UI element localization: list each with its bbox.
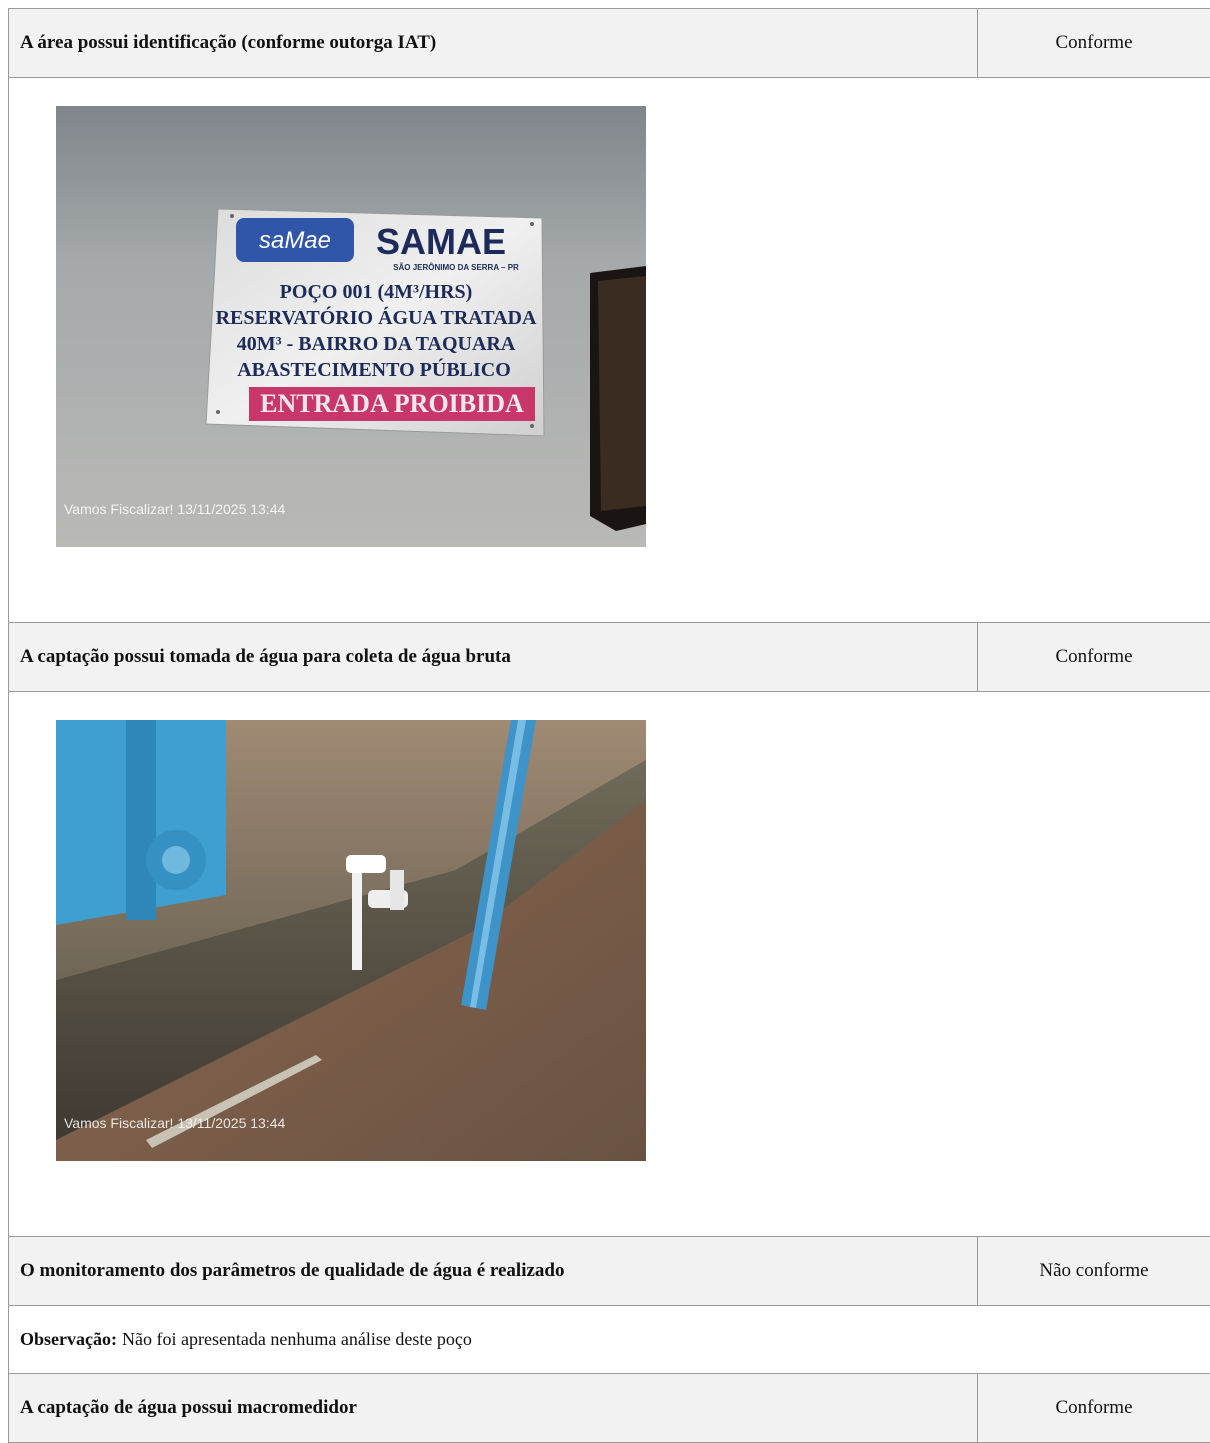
question-text: A captação possui tomada de água para co…: [20, 646, 511, 667]
intake-photo-image: [56, 720, 646, 1161]
sign-photo-image: saMae SAMAE SÃO JERÔNIMO DA SERRA – PR P…: [56, 106, 646, 547]
checklist-row: O monitoramento dos parâmetros de qualid…: [8, 1236, 1210, 1306]
sign-line: POÇO 001 (4M³/HRS): [280, 281, 473, 303]
intake-photo: Vamos Fiscalizar! 13/11/2025 13:44: [56, 720, 646, 1161]
photo-cell: Vamos Fiscalizar! 13/11/2025 13:44: [8, 692, 1210, 1236]
question-text: A captação de água possui macromedidor: [20, 1397, 357, 1418]
photo-timestamp: Vamos Fiscalizar! 13/11/2025 13:44: [64, 1115, 286, 1131]
sign-logo-text: saMae: [259, 227, 331, 254]
question-text: O monitoramento dos parâmetros de qualid…: [20, 1260, 565, 1281]
status-badge: Conforme: [977, 623, 1210, 691]
sign-line: RESERVATÓRIO ÁGUA TRATADA: [216, 305, 537, 329]
sign-line: 40M³ - BAIRRO DA TAQUARA: [237, 333, 516, 355]
sign-brand: SAMAE: [376, 221, 506, 262]
checklist-row: A área possui identificação (conforme ou…: [8, 8, 1210, 78]
observation-label: Observação:: [20, 1329, 117, 1349]
status-badge: Conforme: [977, 1374, 1210, 1442]
checklist-row: A captação possui tomada de água para co…: [8, 622, 1210, 692]
sign-city: SÃO JERÔNIMO DA SERRA – PR: [393, 263, 519, 272]
sign-warning: ENTRADA PROIBIDA: [260, 389, 524, 418]
observation-text: Não foi apresentada nenhuma análise dest…: [121, 1329, 472, 1349]
sign-photo: saMae SAMAE SÃO JERÔNIMO DA SERRA – PR P…: [56, 106, 646, 547]
question-text: A área possui identificação (conforme ou…: [20, 32, 437, 53]
sign-line: ABASTECIMENTO PÚBLICO: [237, 357, 511, 381]
photo-cell: saMae SAMAE SÃO JERÔNIMO DA SERRA – PR P…: [8, 78, 1210, 622]
observation: Observação: Não foi apresentada nenhuma …: [8, 1306, 1210, 1373]
inspection-checklist: A área possui identificação (conforme ou…: [8, 8, 1210, 1443]
photo-timestamp: Vamos Fiscalizar! 13/11/2025 13:44: [64, 501, 286, 517]
checklist-row: A captação de água possui macromedidor C…: [8, 1373, 1210, 1443]
status-badge: Não conforme: [977, 1237, 1210, 1305]
status-badge: Conforme: [977, 9, 1210, 77]
